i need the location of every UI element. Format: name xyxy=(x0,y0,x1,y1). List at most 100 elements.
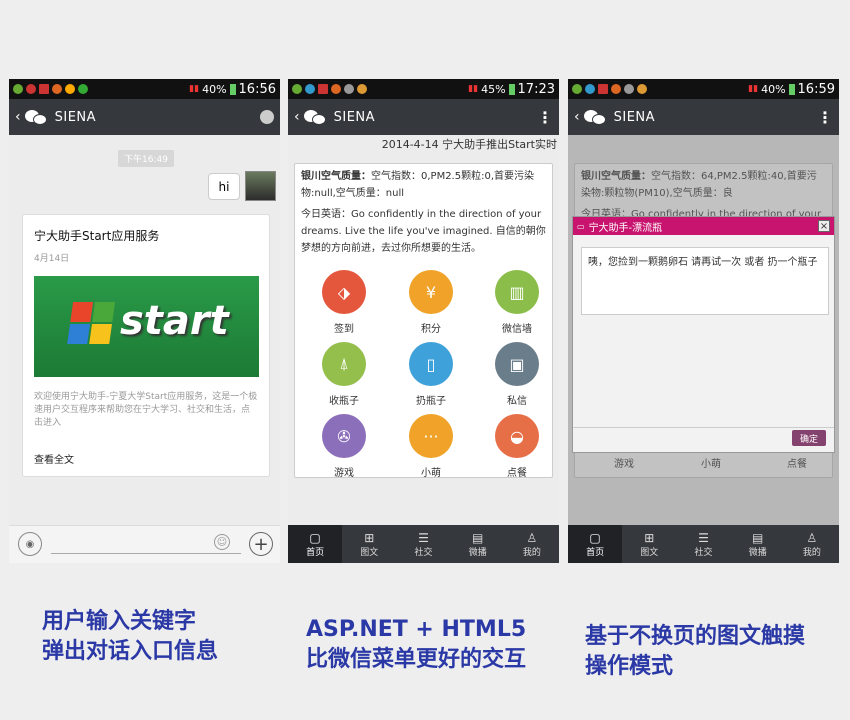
grid-item-message[interactable]: ▣ 私信 xyxy=(487,342,547,407)
profile-icon[interactable] xyxy=(260,110,274,124)
app-icon xyxy=(292,84,302,94)
tab-me[interactable]: ♙ 我的 xyxy=(505,525,559,563)
air-quality-text: 银川空气质量：空气指数：0,PM2.5颗粒:0,首要污染物:null,空气质量：… xyxy=(295,164,552,202)
clock: 16:56 xyxy=(238,81,276,97)
tab-articles[interactable]: ⊞ 图文 xyxy=(342,525,396,563)
tab-microblog[interactable]: ▤ 微播 xyxy=(731,525,785,563)
caption-line: 用户输入关键字 xyxy=(42,609,197,634)
tab-label: 社交 xyxy=(414,547,433,558)
card-title: 宁大助手Start应用服务 xyxy=(34,229,160,243)
sent-message-bubble: hi xyxy=(208,173,240,200)
grid-item-label: 点餐 xyxy=(507,468,527,479)
tab-home[interactable]: ▢ 首页 xyxy=(288,525,343,563)
news-card[interactable]: 宁大助手Start应用服务 4月14日 start 欢迎使用宁大助手-宁夏大学S… xyxy=(22,214,270,477)
battery-icon xyxy=(788,83,795,95)
back-icon[interactable]: ‹ xyxy=(574,109,580,125)
plus-icon[interactable]: + xyxy=(249,532,273,556)
clock: 17:23 xyxy=(517,81,555,97)
more-menu-icon[interactable]: ⋮ xyxy=(817,108,833,127)
grid-item-points[interactable]: ¥ 积分 xyxy=(401,270,461,335)
grid-item-throw-bottle[interactable]: ▯ 扔瓶子 xyxy=(401,342,461,407)
windows-flag-logo xyxy=(67,302,117,346)
battery-percent: 45% xyxy=(481,82,506,96)
document-icon: ▤ xyxy=(752,530,764,545)
chat-title: SIENA xyxy=(54,109,97,125)
voice-icon[interactable]: ◉ xyxy=(18,532,42,556)
grid-item-checkin[interactable]: ⬗ 签到 xyxy=(314,270,374,335)
caption-line: ASP.NET + HTML5 xyxy=(306,617,527,642)
news-ticker: 2014-4-14 宁大助手推出Start实时 xyxy=(381,138,557,151)
tab-label: 微播 xyxy=(748,547,767,558)
tab-articles[interactable]: ⊞ 图文 xyxy=(622,525,676,563)
grid-item-pick-bottle[interactable]: ⍋ 收瓶子 xyxy=(314,342,374,407)
more-menu-icon[interactable]: ⋮ xyxy=(537,108,553,127)
status-bar: ▮▮ 40% 16:59 xyxy=(568,79,839,99)
message-input[interactable] xyxy=(51,553,241,554)
emoji-icon[interactable]: ☺ xyxy=(214,534,230,550)
chat-header: ‹ SIENA ⋮ xyxy=(568,99,839,135)
tab-label: 我的 xyxy=(522,547,541,558)
dialog-header: ▭ 宁大助手-漂流瓶 × xyxy=(573,217,834,235)
grid-item-wall[interactable]: ▥ 微信墙 xyxy=(487,270,547,335)
back-icon[interactable]: ‹ xyxy=(294,109,300,125)
caption-3: 基于不换页的图文触摸 操作模式 xyxy=(585,622,805,682)
chat-icon: ☰ xyxy=(698,530,709,545)
ok-button[interactable]: 确定 xyxy=(792,430,826,446)
battery-percent: 40% xyxy=(202,82,227,96)
grid-icon: ⊞ xyxy=(644,530,655,545)
bottom-tab-bar: ▢ 首页 ⊞ 图文 ☰ 社交 ▤ 微播 ♙ 我的 xyxy=(568,525,839,563)
wechat-logo-icon xyxy=(583,108,606,126)
tab-label: 微播 xyxy=(468,547,487,558)
app-icon xyxy=(318,84,328,94)
grid-item-label: 私信 xyxy=(507,396,527,407)
grid-item-label: 签到 xyxy=(334,324,354,335)
tab-social[interactable]: ☰ 社交 xyxy=(396,525,450,563)
bowl-icon: ◒ xyxy=(495,414,539,458)
tab-label: 我的 xyxy=(802,547,821,558)
tab-label: 首页 xyxy=(306,547,325,558)
grid-item-xiaomeng[interactable]: ··· 小萌 xyxy=(401,414,461,479)
app-icon xyxy=(331,84,341,94)
tab-microblog[interactable]: ▤ 微播 xyxy=(451,525,505,563)
wechat-logo-icon xyxy=(24,108,47,126)
tag-icon: ⬗ xyxy=(322,270,366,314)
chat-icon: ☰ xyxy=(418,530,429,545)
tab-me[interactable]: ♙ 我的 xyxy=(785,525,839,563)
bottom-tab-bar: ▢ 首页 ⊞ 图文 ☰ 社交 ▤ 微播 ♙ 我的 xyxy=(288,525,559,563)
grid-item-order-food[interactable]: ◒ 点餐 xyxy=(487,414,547,479)
app-icon xyxy=(344,84,354,94)
close-icon[interactable]: × xyxy=(818,220,830,232)
avatar[interactable] xyxy=(245,171,276,201)
app-icon xyxy=(78,84,88,94)
grid-item-label: 收瓶子 xyxy=(329,396,359,407)
bottle-icon: ▯ xyxy=(409,342,453,386)
air-quality-label: 银川空气质量： xyxy=(301,171,371,182)
phone-menu-screen: ▮▮ 45% 17:23 ‹ SIENA ⋮ 2014-4-14 宁大助手推出S… xyxy=(288,79,559,563)
read-more-link[interactable]: 查看全文 xyxy=(34,451,74,466)
home-icon: ▢ xyxy=(309,530,321,545)
chat-input-bar: ◉ ☺ + xyxy=(9,525,280,563)
app-icon xyxy=(572,84,582,94)
service-panel: 银川空气质量：空气指数：0,PM2.5颗粒:0,首要污染物:null,空气质量：… xyxy=(294,163,553,479)
tab-label: 图文 xyxy=(360,547,379,558)
drift-bottle-dialog: ▭ 宁大助手-漂流瓶 × 咦，您捡到一颗鹅卵石 请再试一次 或者 扔一个瓶子 确… xyxy=(572,216,835,453)
app-icon xyxy=(585,84,595,94)
app-icon xyxy=(26,84,36,94)
caption-line: 弹出对话入口信息 xyxy=(42,639,219,664)
chat-title: SIENA xyxy=(613,109,656,125)
tab-social[interactable]: ☰ 社交 xyxy=(676,525,730,563)
caption-line: 比微信菜单更好的交互 xyxy=(306,647,527,672)
tab-home[interactable]: ▢ 首页 xyxy=(568,525,623,563)
app-icon xyxy=(637,84,647,94)
signal-icon: ▮▮ xyxy=(189,84,200,94)
document-icon: ▤ xyxy=(472,530,484,545)
bus-icon: ▣ xyxy=(495,342,539,386)
battery-icon xyxy=(229,83,236,95)
card-date: 4月14日 xyxy=(34,254,70,264)
dots-icon: ··· xyxy=(409,414,453,458)
app-icon xyxy=(624,84,634,94)
app-icon xyxy=(39,84,49,94)
dialog-message: 咦，您捡到一颗鹅卵石 请再试一次 或者 扔一个瓶子 xyxy=(581,247,829,315)
grid-item-game[interactable]: ✇ 游戏 xyxy=(314,414,374,479)
back-icon[interactable]: ‹ xyxy=(15,109,21,125)
